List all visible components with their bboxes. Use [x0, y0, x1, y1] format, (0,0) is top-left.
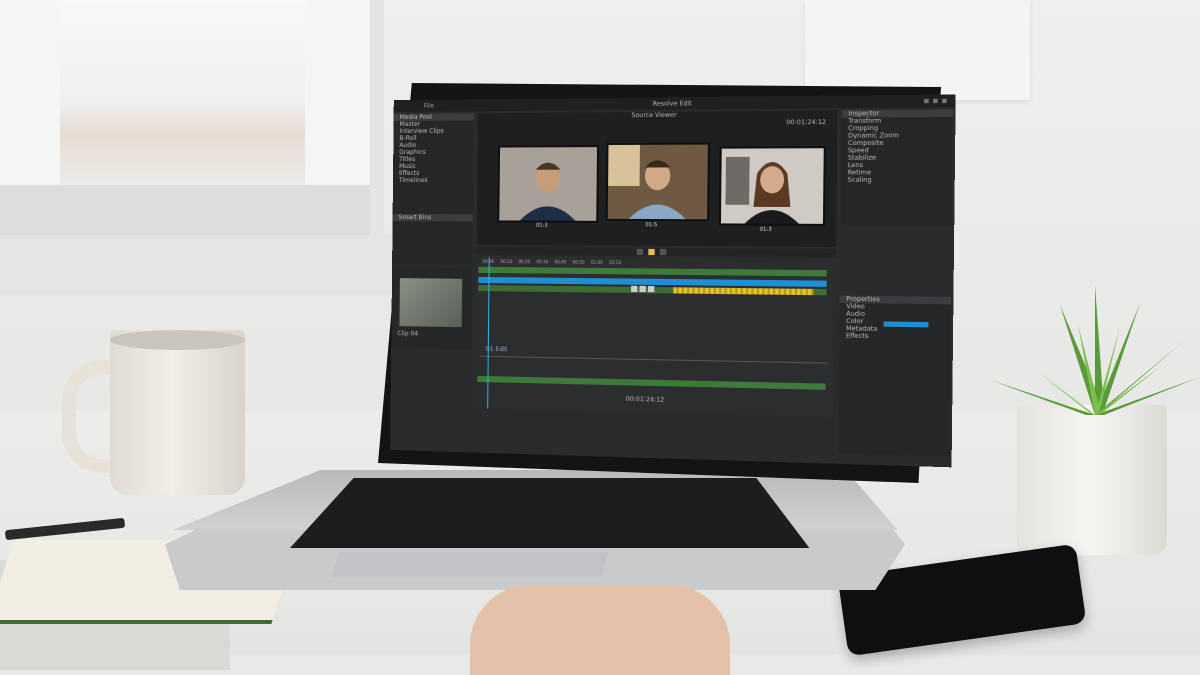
inspector-item[interactable]: Scaling [841, 176, 953, 183]
timeline-playhead[interactable] [487, 257, 490, 409]
timeline-panel: 00:00 00:10 00:20 00:30 00:40 00:50 01:0… [475, 257, 836, 418]
snap-icon[interactable] [648, 286, 654, 292]
window-frame [0, 185, 370, 235]
clip-1-label: 01:3 [536, 223, 548, 229]
divider [480, 356, 828, 364]
video-track-v1[interactable] [478, 267, 826, 277]
wall-paper-sheet [805, 0, 1030, 100]
link-icon[interactable] [639, 286, 645, 292]
properties-panel: Properties Video Audio Color Metadata Ef… [838, 295, 951, 456]
close-icon[interactable] [942, 99, 947, 103]
project-title: Resolve Edit [653, 100, 692, 108]
ruler-tick: 00:40 [554, 259, 566, 264]
viewer-transport [477, 247, 836, 258]
lower-timeline-header: 01 Edit [480, 346, 508, 354]
video-clip-1[interactable] [497, 145, 599, 223]
timeline-transport-timecode: 00:01:24:12 [619, 395, 664, 403]
maximize-icon[interactable] [933, 99, 938, 103]
ruler-tick: 00:50 [573, 260, 585, 265]
razor-icon[interactable] [631, 286, 637, 292]
smart-bins-label[interactable]: Smart Bins [393, 214, 473, 221]
person-hand [470, 585, 730, 675]
audio-track-a2[interactable] [477, 376, 825, 390]
play-icon[interactable] [648, 249, 654, 255]
ruler-tick: 00:10 [500, 259, 512, 264]
trackpad [331, 552, 609, 577]
clip-thumbnail[interactable] [399, 278, 462, 327]
play-reverse-icon[interactable] [637, 249, 643, 255]
clip-preview-label: Clip 04 [391, 330, 418, 337]
inspector-item[interactable]: Retime [841, 169, 953, 177]
clip-preview-panel: Clip 04 [391, 268, 472, 350]
clip-2-label: 01:5 [645, 222, 657, 228]
clip-3-label: 01:3 [760, 227, 772, 233]
video-clip-3[interactable] [719, 146, 826, 226]
media-pool-item[interactable]: Effects [393, 170, 473, 177]
person-thumbnail-icon [721, 148, 824, 224]
ruler-tick: 00:30 [536, 259, 548, 264]
app-menu-hint[interactable]: File [424, 102, 434, 109]
window-pane [60, 0, 305, 185]
window [0, 0, 384, 235]
clip-edit-controls [631, 286, 656, 292]
editor-screen: File Resolve Edit Media Pool Master Inte… [390, 94, 956, 467]
audio-waveform[interactable] [673, 287, 813, 295]
viewer-timecode: 00:01:24:12 [780, 119, 827, 127]
minimize-icon[interactable] [924, 99, 929, 103]
inspector-panel: Inspector Transform Cropping Dynamic Zoo… [840, 109, 953, 226]
succulent-plant [990, 285, 1200, 420]
coffee-mug [110, 330, 245, 495]
ruler-tick: 01:00 [591, 260, 603, 265]
laptop-keyboard [290, 478, 820, 548]
properties-item[interactable]: Effects [839, 332, 951, 341]
properties-slider[interactable] [884, 321, 929, 327]
person-thumbnail-icon [608, 145, 708, 220]
ruler-tick: 00:20 [518, 259, 530, 264]
window-controls[interactable] [924, 99, 947, 103]
viewer-panel: Source Viewer 00:01:24:12 01:3 01:5 01:3 [477, 110, 838, 247]
media-pool-item[interactable]: Timelines [393, 177, 473, 184]
ruler-tick: 01:10 [609, 260, 621, 265]
person-thumbnail-icon [499, 147, 597, 221]
video-clip-2[interactable] [606, 142, 710, 221]
stop-icon[interactable] [660, 249, 666, 255]
window-sill [0, 235, 400, 295]
mug-rim [110, 330, 245, 350]
timeline-ruler: 00:00 00:10 00:20 00:30 00:40 00:50 01:0… [483, 259, 622, 265]
plant-pot [1017, 405, 1167, 555]
media-pool-panel: Media Pool Master Interview Clips B-Roll… [392, 113, 474, 264]
